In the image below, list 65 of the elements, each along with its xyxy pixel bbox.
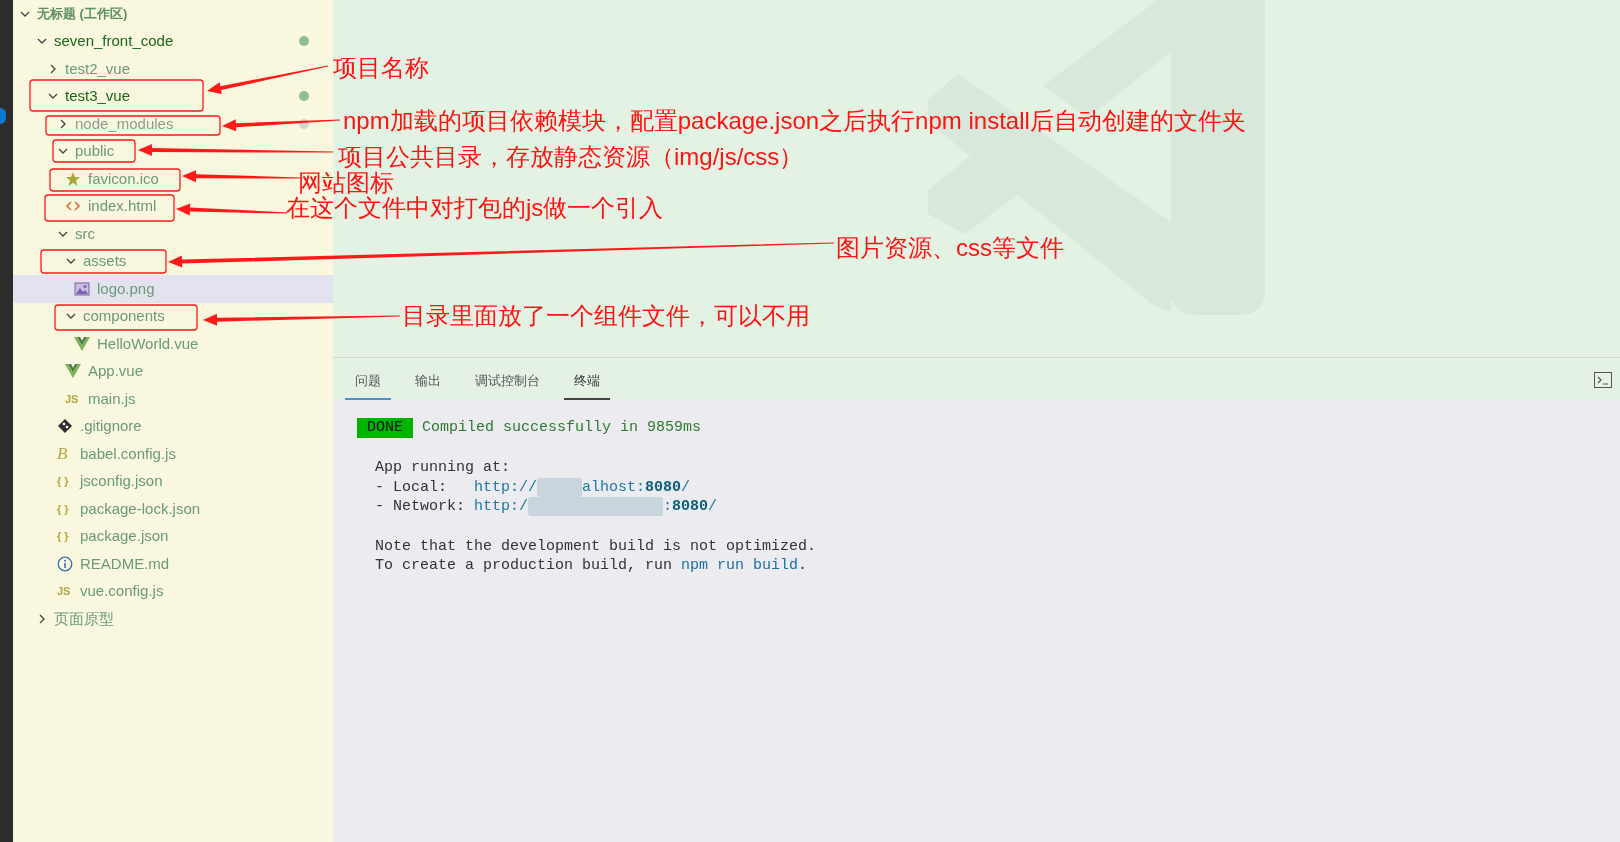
file-name[interactable]: babel.config.js (80, 442, 176, 465)
folder-name[interactable]: seven_front_code (54, 30, 174, 53)
file-name[interactable]: package-lock.json (80, 497, 201, 520)
selected-tree-row[interactable]: logo.png (13, 275, 333, 303)
file-name[interactable]: logo.png (97, 277, 155, 300)
url-text: http:// (474, 477, 538, 498)
file-type-label: JS (65, 391, 80, 407)
file-name[interactable]: favicon.ico (88, 167, 159, 190)
image-icon (74, 280, 90, 297)
url-text: / (708, 497, 718, 517)
star-icon (65, 170, 81, 187)
file-name[interactable]: vue.config.js (80, 580, 164, 603)
terminal-text: To create a production build, run (375, 556, 674, 576)
annotation-text: 目录里面放了一个组件文件，可以不用 (402, 303, 810, 329)
file-name[interactable]: main.js (88, 387, 136, 410)
url-text: http:/ (474, 497, 529, 517)
file-name[interactable]: .gitignore (80, 415, 142, 438)
url-text: / (681, 477, 691, 498)
file-name[interactable]: index.html (88, 195, 157, 218)
folder-name[interactable]: assets (83, 250, 127, 273)
folder-name[interactable]: 页面原型 (54, 607, 114, 630)
annotation-text: npm加载的项目依赖模块，配置package.json之后执行npm install后自动创建的文件夹 (343, 108, 1246, 134)
file-name[interactable]: package.json (80, 525, 169, 548)
info-icon (57, 555, 73, 572)
file-type-label: { } (57, 474, 70, 489)
file-name[interactable]: HelloWorld.vue (97, 332, 199, 355)
annotation-text: 项目公共目录，存放静态资源（img/js/css） (338, 144, 804, 170)
folder-name[interactable]: test2_vue (65, 57, 131, 80)
workspace-title[interactable]: 无标题 (工作区) (37, 4, 128, 24)
folder-name[interactable]: test3_vue (65, 85, 131, 108)
annotation-text: 项目名称 (333, 55, 429, 81)
file-name[interactable]: README.md (80, 552, 170, 575)
panel-tab[interactable]: 终端 (564, 370, 610, 400)
annotation-text: 图片资源、css等文件 (836, 235, 1064, 261)
terminal-text: Note that the development build is not optimized. (375, 536, 817, 557)
file-name[interactable]: jsconfig.json (80, 470, 163, 493)
terminal-text: . (798, 556, 808, 576)
status-label: DONE (357, 418, 413, 438)
folder-name[interactable]: public (75, 140, 115, 163)
annotation-text: 网站图标 (298, 170, 394, 196)
terminal-text: - Network: (375, 497, 466, 517)
url-text: alhost: (582, 477, 646, 498)
terminal-icon[interactable] (1594, 372, 1612, 388)
command-text: npm run build (681, 556, 799, 576)
file-name[interactable]: App.vue (88, 360, 144, 383)
file-type-label: JS (57, 584, 72, 599)
url-text: : (663, 497, 673, 517)
annotation-text: 在这个文件中对打包的js做一个引入 (286, 195, 664, 221)
folder-name[interactable]: node_modules (75, 112, 174, 135)
v-logo-icon (65, 363, 81, 380)
panel-tab[interactable]: 问题 (345, 370, 391, 400)
file-type-label: { } (57, 529, 70, 544)
terminal-line: Compiled successfully in 9859ms (422, 418, 702, 438)
panel-tab[interactable]: 输出 (405, 370, 451, 400)
terminal-text: App running at: (375, 458, 511, 478)
v-logo-icon (74, 335, 90, 352)
file-type-label: B (57, 443, 69, 465)
url-text: 8080 (645, 477, 682, 498)
folder-name[interactable]: components (83, 305, 165, 328)
panel-tab[interactable]: 调试控制台 (465, 370, 550, 400)
terminal-text: - Local: (375, 477, 448, 498)
diamond-icon (57, 418, 73, 435)
file-type-label: { } (57, 501, 70, 517)
folder-name[interactable]: src (75, 222, 95, 245)
url-text: 8080 (672, 497, 709, 517)
